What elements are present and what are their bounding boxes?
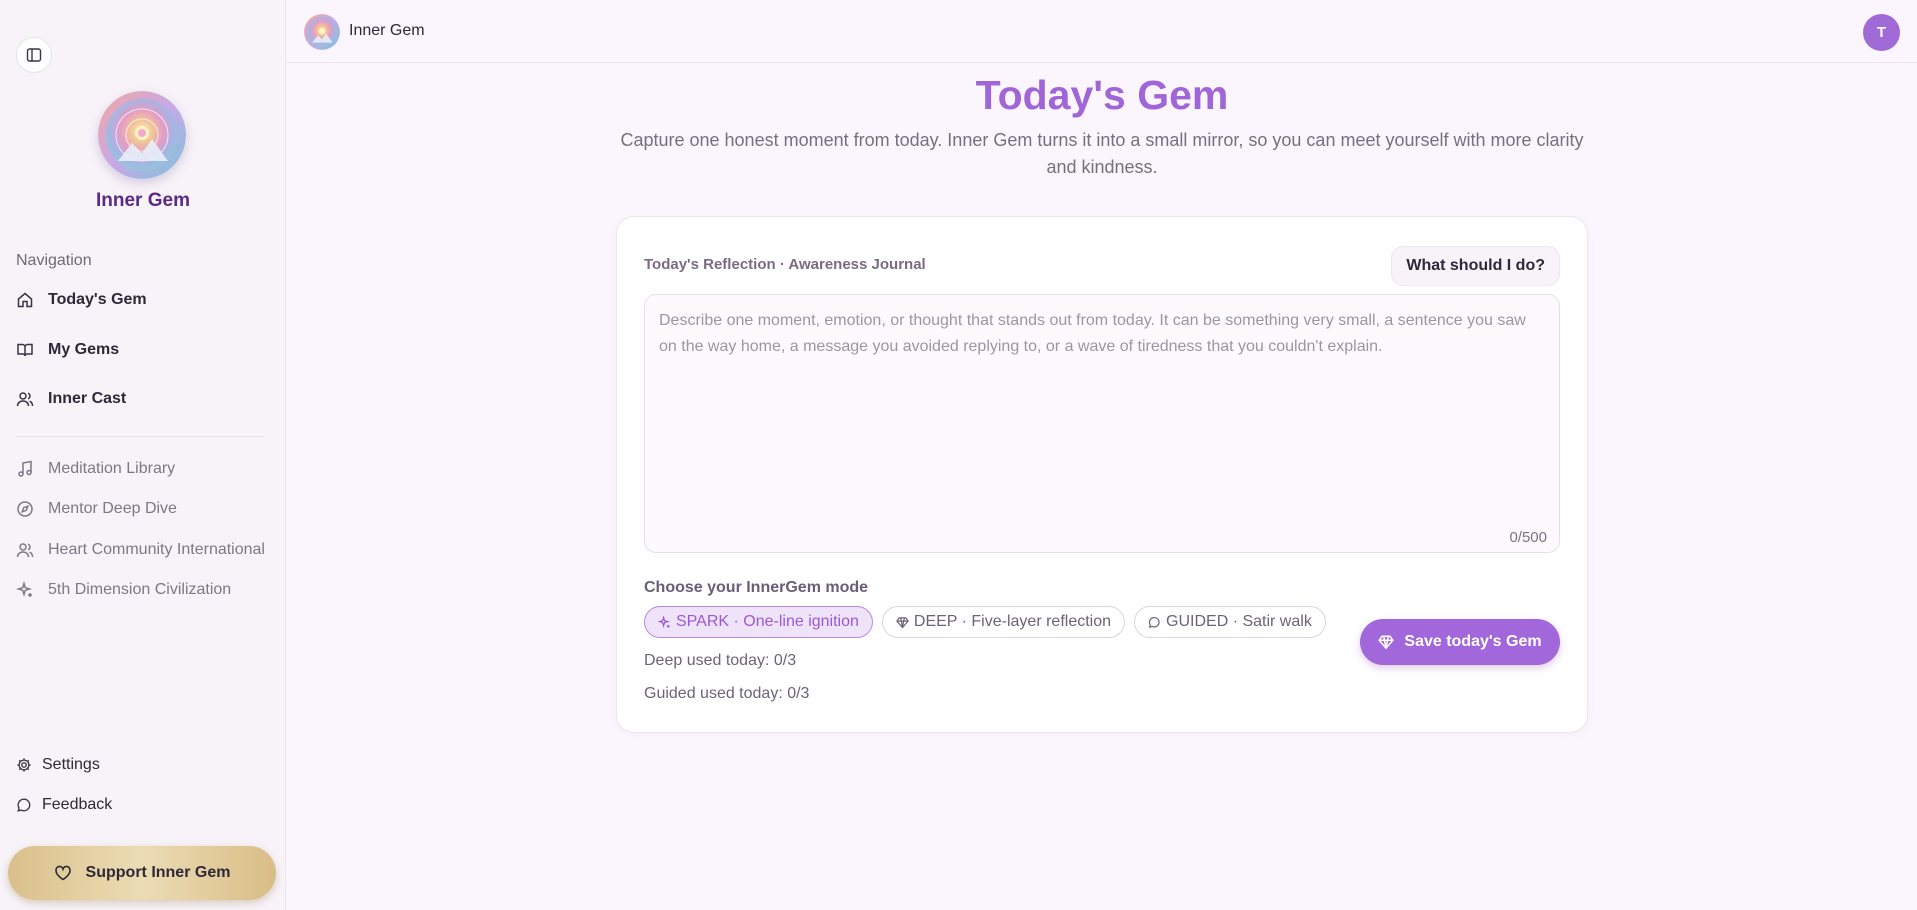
gem-icon [896,616,909,629]
sidebar-toggle-button[interactable] [16,37,52,73]
sidebar-item-my-gems[interactable]: My Gems [16,341,119,359]
reflection-input[interactable]: Describe one moment, emotion, or thought… [644,294,1560,553]
gear-icon [17,758,31,772]
mode-selector: SPARK · One-line ignition DEEP · Five-la… [644,606,1326,638]
sparkle-icon [16,581,33,598]
mode-label: DEEP · Five-layer reflection [913,613,1112,630]
sidebar-item-label: Mentor Deep Dive [48,500,177,517]
sidebar-item-settings[interactable]: Settings [16,756,100,774]
mode-heading: Choose your InnerGem mode [644,579,869,596]
feedback-label: Feedback [42,796,113,813]
mode-label: GUIDED · Satir walk [1166,613,1312,630]
sidebar-item-label: Heart Community International [48,541,265,558]
gem-icon [1378,635,1395,650]
sidebar: Inner Gem Navigation Today's Gem My Gems… [0,0,286,910]
sparkle-icon [658,615,670,628]
chat-icon [1148,616,1160,628]
guided-usage: Guided used today: 0/3 [644,685,810,702]
sidebar-item-mentor-deep-dive[interactable]: Mentor Deep Dive [16,500,177,518]
users-icon [16,543,34,558]
avatar[interactable]: T [1863,14,1900,51]
topbar-title: Inner Gem [349,22,425,39]
mode-guided-chip[interactable]: GUIDED · Satir walk [1134,606,1326,638]
character-counter: 0/500 [1509,529,1547,546]
nav-divider [16,436,264,437]
support-label: Support Inner Gem [85,864,231,881]
save-label: Save today's Gem [1404,633,1542,650]
home-icon [17,292,33,308]
reflection-card: Today's Reflection · Awareness Journal W… [616,216,1588,733]
sidebar-item-label: Inner Cast [48,390,127,407]
reflection-placeholder: Describe one moment, emotion, or thought… [659,312,1526,355]
sidebar-toggle-icon [26,48,42,62]
settings-label: Settings [42,756,100,773]
mode-label: SPARK · One-line ignition [676,613,859,630]
brand-logo [98,91,186,179]
brand-logo-small [304,14,340,50]
chat-icon [17,798,31,812]
users-icon [16,392,34,407]
mode-deep-chip[interactable]: DEEP · Five-layer reflection [881,606,1126,638]
sidebar-item-5th-dimension[interactable]: 5th Dimension Civilization [16,581,231,599]
page-title: Today's Gem [975,72,1229,118]
sidebar-item-heart-community[interactable]: Heart Community International [16,541,265,559]
sidebar-item-inner-cast[interactable]: Inner Cast [16,390,126,408]
sidebar-item-meditation-library[interactable]: Meditation Library [16,460,175,478]
compass-icon [17,501,33,517]
book-icon [17,343,33,357]
support-button[interactable]: Support Inner Gem [8,846,276,900]
card-label: Today's Reflection · Awareness Journal [644,256,926,273]
deep-usage: Deep used today: 0/3 [644,652,797,669]
mode-spark-chip[interactable]: SPARK · One-line ignition [644,606,873,638]
sidebar-item-todays-gem[interactable]: Today's Gem [16,291,147,309]
heart-icon [54,865,71,881]
topbar: Inner Gem T [287,0,1917,63]
nav-heading: Navigation [16,252,92,269]
music-icon [18,460,32,477]
brand-name: Inner Gem [96,190,190,211]
page-subtitle: Capture one honest moment from today. In… [620,130,1584,177]
help-button[interactable]: What should I do? [1391,246,1560,286]
sidebar-item-label: Meditation Library [48,460,176,477]
sidebar-item-label: 5th Dimension Civilization [48,581,232,598]
save-gem-button[interactable]: Save today's Gem [1360,619,1560,665]
sidebar-item-label: My Gems [48,341,120,358]
sidebar-item-label: Today's Gem [48,291,147,308]
sidebar-item-feedback[interactable]: Feedback [16,796,112,814]
